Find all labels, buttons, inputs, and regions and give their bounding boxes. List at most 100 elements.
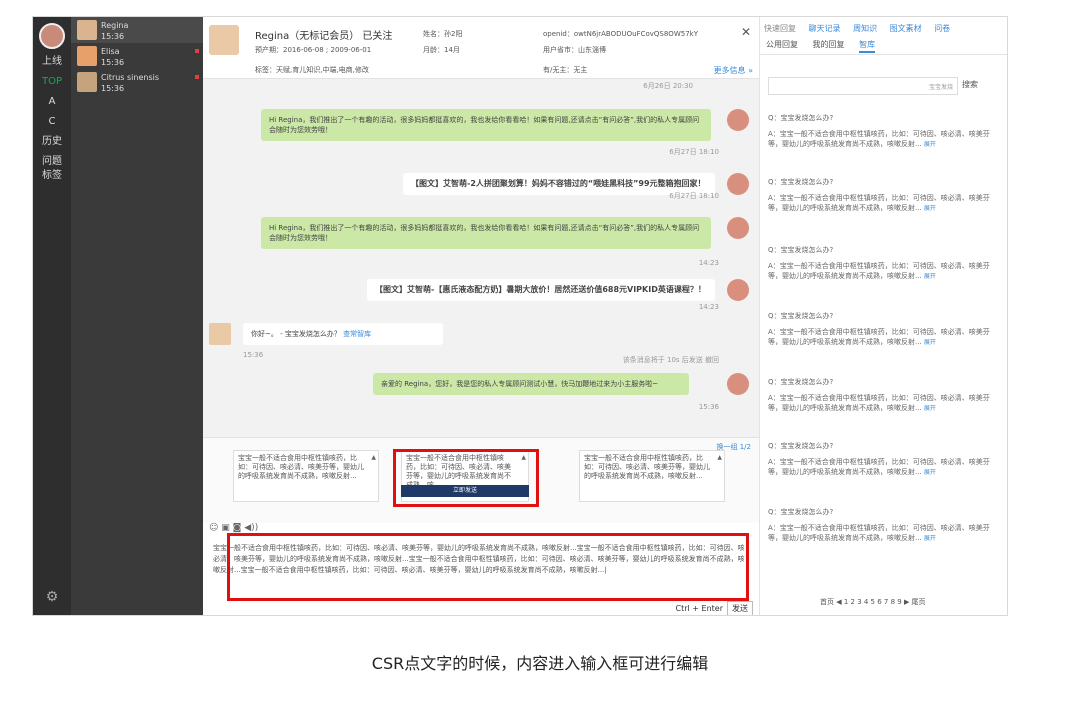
send-button[interactable]: 发送 (727, 601, 753, 615)
avatar (77, 20, 97, 40)
more-info-link[interactable]: 更多信息 » (714, 65, 753, 76)
avatar (209, 25, 239, 55)
expand-link[interactable]: 展开 (924, 273, 936, 280)
message-bubble[interactable]: Hi Regina，我们推出了一个有趣的活动，很多妈妈都挺喜欢的，我也发给你看看… (261, 217, 711, 249)
message-bubble[interactable]: 你好~。 - 宝宝发烧怎么办？ 查常智库 (243, 323, 443, 345)
highlight-box (393, 449, 539, 507)
qa-answer: A：宝宝一般不适合食用中枢性镇咳药，比如：可待因、咳必清、咳美芬等，婴幼儿的呼吸… (768, 394, 990, 412)
message-bubble[interactable]: 亲爱的 Regina，您好，我是您的私人专属顾问测试小慧，快马加鞭地过来为小主服… (373, 373, 689, 395)
qa-answer: A：宝宝一般不适合食用中枢性镇咳药，比如：可待因、咳必清、咳美芬等，婴幼儿的呼吸… (768, 524, 990, 542)
nav-question-tags[interactable]: 问题标签 (41, 155, 63, 183)
tab-chat-history[interactable]: 聊天记录 (809, 24, 841, 33)
openid: openid：owtN6jrABODUOuFCovQS8OW57kY (543, 30, 698, 38)
avatar (727, 217, 749, 239)
avatar[interactable] (39, 23, 65, 49)
qa-question: Q：宝宝发烧怎么办? (768, 246, 834, 254)
qa-item[interactable]: Q：宝宝发烧怎么办? A：宝宝一般不适合食用中枢性镇咳药，比如：可待因、咳必清、咳… (768, 113, 1002, 150)
pagination[interactable]: 首页 ◀ 1 2 3 4 5 6 7 8 9 ▶ 尾页 (820, 597, 926, 607)
tab-quick-reply[interactable]: 快速回复 (764, 24, 796, 33)
qa-item[interactable]: Q：宝宝发烧怎么办? A：宝宝一般不适合食用中枢性镇咳药，比如：可待因、咳必清、咳… (768, 441, 1002, 478)
highlight-box (227, 533, 749, 601)
qa-item[interactable]: Q：宝宝发烧怎么办? A：宝宝一般不适合食用中枢性镇咳药，比如：可待因、咳必清、咳… (768, 377, 1002, 414)
camera-icon[interactable]: ◙ (233, 523, 242, 533)
timestamp: 15:36 (698, 403, 719, 411)
app-window: 上线 TOP A C 历史 问题标签 ⚙ Regina 15:36 Elisa … (32, 16, 1008, 616)
nav-top[interactable]: TOP (33, 75, 71, 89)
expand-link[interactable]: 展开 (924, 469, 936, 476)
timestamp: 14:23 (698, 303, 719, 311)
baby-age: 月龄：14月 (423, 46, 460, 54)
contact-item[interactable]: Citrus sinensis 15:36 (71, 69, 203, 95)
send-area: Ctrl + Enter 发送 (676, 601, 753, 615)
tab-public-reply[interactable]: 公用回复 (766, 40, 798, 49)
tab-my-reply[interactable]: 我的回复 (813, 40, 845, 49)
qa-item[interactable]: Q：宝宝发烧怎么办? A：宝宝一般不适合食用中枢性镇咳药，比如：可待因、咳必清、咳… (768, 507, 1002, 544)
qa-question: Q：宝宝发烧怎么办? (768, 508, 834, 516)
expand-link[interactable]: 展开 (924, 141, 936, 148)
qa-question: Q：宝宝发烧怎么办? (768, 378, 834, 386)
qa-answer: A：宝宝一般不适合食用中枢性镇咳药，比如：可待因、咳必清、咳美芬等，婴幼儿的呼吸… (768, 194, 990, 212)
timestamp: 6月27日 18:10 (669, 148, 719, 156)
message-list: 6月26日 20:30 Hi Regina，我们推出了一个有趣的活动，很多妈妈都… (203, 79, 759, 437)
qa-question: Q：宝宝发烧怎么办? (768, 114, 834, 122)
avatar (727, 373, 749, 395)
suggestion-card[interactable]: 宝宝一般不适合食用中枢性镇咳药，比如：可待因、咳必清、咳美芬等，婴幼儿的呼吸系统… (579, 450, 725, 502)
message-bubble[interactable]: Hi Regina，我们推出了一个有趣的活动，很多妈妈都挺喜欢的，我也发给你看看… (261, 109, 711, 141)
contact-time: 15:36 (101, 58, 125, 67)
timestamp: 15:36 (243, 351, 264, 359)
tab-survey[interactable]: 问卷 (934, 24, 950, 33)
qa-question: Q：宝宝发烧怎么办? (768, 312, 834, 320)
nav-a[interactable]: A (33, 95, 71, 109)
gear-icon[interactable]: ⚙ (33, 589, 71, 605)
qa-item[interactable]: Q：宝宝发烧怎么办? A：宝宝一般不适合食用中枢性镇咳药，比如：可待因、咳必清、咳… (768, 245, 1002, 282)
tags[interactable]: 标签：天赋,育儿知识,中端,电商,修改 (255, 65, 369, 75)
tab-media[interactable]: 图文素材 (890, 24, 922, 33)
timestamp: 14:23 (698, 259, 719, 267)
nav-c[interactable]: C (33, 115, 71, 129)
contact-list: Regina 15:36 Elisa 15:36 Citrus sinensis… (71, 17, 203, 615)
contact-name: Regina (101, 21, 129, 30)
emoji-icon[interactable]: ☺ (209, 523, 218, 533)
tab-weekly-knowledge[interactable]: 周知识 (853, 24, 877, 33)
avatar (77, 46, 97, 66)
tab-knowledge-base[interactable]: 智库 (859, 40, 876, 53)
expand-link[interactable]: 展开 (924, 339, 936, 346)
contact-item[interactable]: Regina 15:36 (71, 17, 203, 43)
right-panel: 快速回复 聊天记录 周知识 图文素材 问卷 公用回复 我的回复 智库 宝宝发烧 … (759, 17, 1007, 615)
qa-question: Q：宝宝发烧怎么办? (768, 442, 834, 450)
avatar (727, 279, 749, 301)
owner-status: 有/无主：无主 (543, 66, 588, 74)
search-button[interactable]: 搜索 (962, 79, 978, 90)
scroll-icon[interactable]: ▲ (717, 453, 722, 462)
suggestion-text: 宝宝一般不适合食用中枢性镇咳药，比如：可待因、咳必清、咳美芬等，婴幼儿的呼吸系统… (238, 454, 364, 480)
avatar (727, 109, 749, 131)
send-countdown[interactable]: 该条消息将于 10s 后发送 撤回 (623, 355, 719, 365)
nav-history[interactable]: 历史 (33, 135, 71, 149)
audio-icon[interactable]: ◀)) (244, 523, 258, 533)
qa-answer: A：宝宝一般不适合食用中枢性镇咳药，比如：可待因、咳必清、咳美芬等，婴幼儿的呼吸… (768, 328, 990, 346)
qa-answer: A：宝宝一般不适合食用中枢性镇咳药，比如：可待因、咳必清、咳美芬等，婴幼儿的呼吸… (768, 262, 990, 280)
qa-question: Q：宝宝发烧怎么办? (768, 178, 834, 186)
expand-link[interactable]: 展开 (924, 405, 936, 412)
expand-link[interactable]: 展开 (924, 535, 936, 542)
image-icon[interactable]: ▣ (221, 523, 230, 533)
message-bubble[interactable]: 【图文】艾智萌-【惠氏液态配方奶】暑期大放价！居然还送价值688元VIPKID英… (367, 279, 715, 301)
contact-name: Citrus sinensis (101, 73, 160, 82)
avatar (209, 323, 231, 345)
close-icon[interactable]: ✕ (741, 25, 751, 39)
unread-badge (195, 49, 199, 53)
knowledge-link[interactable]: 查常智库 (343, 330, 371, 338)
avatar (77, 72, 97, 92)
qa-answer: A：宝宝一般不适合食用中枢性镇咳药，比如：可待因、咳必清、咳美芬等，婴幼儿的呼吸… (768, 130, 990, 148)
qa-item[interactable]: Q：宝宝发烧怎么办? A：宝宝一般不适合食用中枢性镇咳药，比如：可待因、咳必清、咳… (768, 311, 1002, 348)
contact-item[interactable]: Elisa 15:36 (71, 43, 203, 69)
suggestion-card[interactable]: 宝宝一般不适合食用中枢性镇咳药，比如：可待因、咳必清、咳美芬等，婴幼儿的呼吸系统… (233, 450, 379, 502)
qa-item[interactable]: Q：宝宝发烧怎么办? A：宝宝一般不适合食用中枢性镇咳药，比如：可待因、咳必清、咳… (768, 177, 1002, 214)
nav-online[interactable]: 上线 (33, 55, 71, 69)
message-bubble[interactable]: 【图文】艾智萌-2人拼团聚划算！妈妈不容错过的“喂娃黑科技”99元整箱抱回家！ (403, 173, 715, 195)
expand-link[interactable]: 展开 (924, 205, 936, 212)
scroll-icon[interactable]: ▲ (371, 453, 376, 462)
province: 用户省市：山东淄博 (543, 46, 606, 54)
search-input[interactable]: 宝宝发烧 (768, 77, 958, 95)
contact-name: Elisa (101, 47, 120, 56)
